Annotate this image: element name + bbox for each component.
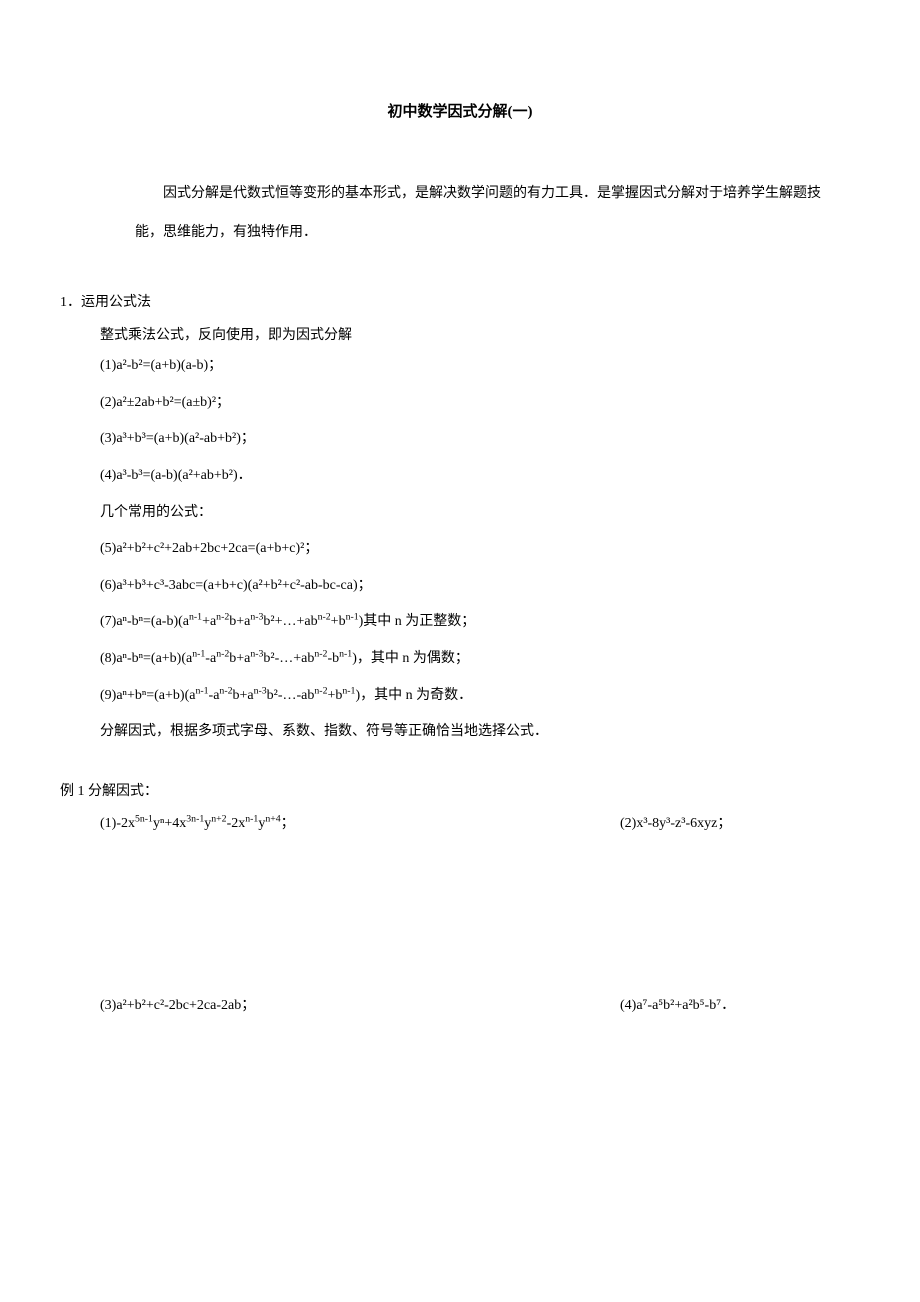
formula-7: (7)aⁿ-bⁿ=(a-b)(an-1+an-2b+an-3b²+…+abn-2… [60, 609, 860, 636]
section-1-header: 1．运用公式法 [60, 292, 860, 314]
formula-1: (1)a²-b²=(a+b)(a-b)； [60, 353, 860, 380]
problem-row-2: (3)a²+b²+c²-2bc+2ca-2ab； (4)a⁷-a⁵b²+a²b⁵… [60, 995, 860, 1017]
problem-row-1: (1)-2x5n-1yⁿ+4x3n-1yn+2-2xn-1yn+4； (2)x³… [60, 813, 860, 835]
problem-4: (4)a⁷-a⁵b²+a²b⁵-b⁷． [620, 995, 860, 1017]
formula-intro: 整式乘法公式，反向使用，即为因式分解 [60, 325, 860, 347]
formula-4: (4)a³-b³=(a-b)(a²+ab+b²)． [60, 463, 860, 490]
section-1-note: 分解因式，根据多项式字母、系数、指数、符号等正确恰当地选择公式． [60, 719, 860, 746]
formula-8: (8)aⁿ-bⁿ=(a+b)(an-1-an-2b+an-3b²-…+abn-2… [60, 646, 860, 673]
introduction-paragraph: 因式分解是代数式恒等变形的基本形式，是解决数学问题的有力工具．是掌握因式分解对于… [60, 174, 860, 252]
workspace-gap [60, 845, 860, 995]
common-formulas-label: 几个常用的公式： [60, 500, 860, 527]
formula-3: (3)a³+b³=(a+b)(a²-ab+b²)； [60, 426, 860, 453]
problem-3: (3)a²+b²+c²-2bc+2ca-2ab； [100, 995, 620, 1017]
formula-9: (9)aⁿ+bⁿ=(a+b)(an-1-an-2b+an-3b²-…-abn-2… [60, 683, 860, 710]
formula-6: (6)a³+b³+c³-3abc=(a+b+c)(a²+b²+c²-ab-bc-… [60, 573, 860, 600]
problem-2: (2)x³-8y³-z³-6xyz； [620, 813, 860, 835]
formula-2: (2)a²±2ab+b²=(a±b)²； [60, 390, 860, 417]
document-title: 初中数学因式分解(一) [60, 100, 860, 124]
example-1-header: 例 1 分解因式： [60, 781, 860, 803]
problem-1: (1)-2x5n-1yⁿ+4x3n-1yn+2-2xn-1yn+4； [100, 813, 620, 835]
intro-text: 因式分解是代数式恒等变形的基本形式，是解决数学问题的有力工具．是掌握因式分解对于… [75, 174, 845, 252]
formula-5: (5)a²+b²+c²+2ab+2bc+2ca=(a+b+c)²； [60, 536, 860, 563]
